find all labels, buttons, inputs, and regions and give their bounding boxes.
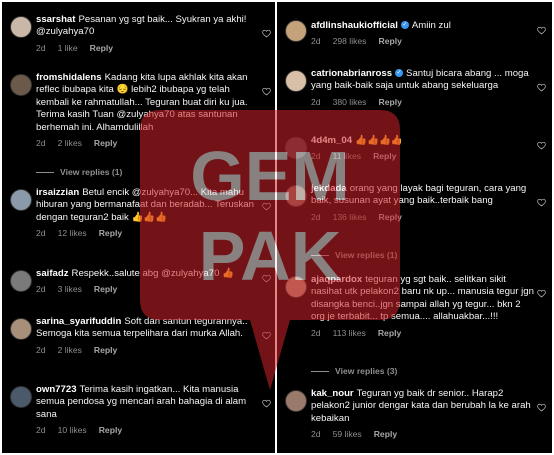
heart-icon[interactable] [537, 141, 546, 150]
comment-time: 2d [311, 36, 321, 47]
reply-button[interactable]: Reply [378, 36, 401, 46]
comment-likes[interactable]: 380 likes [333, 97, 367, 107]
comment-likes[interactable]: 59 likes [333, 429, 362, 439]
comment-time: 2d [311, 327, 321, 338]
left-comments-panel: ssarshat Pesanan yg sgt baik... Syukran y… [2, 2, 277, 453]
avatar[interactable] [285, 390, 307, 412]
avatar[interactable] [10, 189, 32, 211]
reply-button[interactable]: Reply [378, 328, 401, 338]
avatar[interactable] [10, 318, 32, 340]
view-replies-label: View replies (3) [335, 366, 398, 376]
verified-badge-icon: ✓ [395, 69, 404, 78]
comment-time: 2d [36, 228, 46, 239]
heart-icon[interactable] [537, 83, 546, 92]
avatar[interactable] [285, 137, 307, 159]
comment-username[interactable]: ajaqpardox [311, 274, 362, 285]
comment-username[interactable]: own7723 [36, 384, 77, 395]
screenshot-stage: ssarshat Pesanan yg sgt baik... Syukran y… [0, 0, 554, 455]
comment-likes[interactable]: 2 likes [58, 345, 82, 355]
comment-likes[interactable]: 298 likes [333, 36, 367, 46]
comment-text: Respekk..salute abg @zulyahya70 👍 [71, 268, 235, 279]
reply-button[interactable]: Reply [94, 345, 117, 355]
comment-text: Amiin zul [411, 20, 451, 31]
comment-time: 2d [36, 42, 46, 53]
right-comments-panel: afdlinshaukiofficial ✓ Amiin zul 2d 298 lik… [277, 2, 552, 453]
comment-time: 2d [36, 344, 46, 355]
comment-time: 2d [311, 429, 321, 440]
comment-time: 2d [311, 211, 321, 222]
heart-icon[interactable] [537, 289, 546, 298]
avatar[interactable] [10, 270, 32, 292]
comment-time: 2d [311, 151, 321, 162]
comment-username[interactable]: catrionabrianross [311, 68, 392, 79]
divider-line [311, 255, 329, 257]
comment-username[interactable]: kak_nour [311, 388, 354, 399]
view-replies-link[interactable]: View replies (1) [311, 250, 397, 260]
view-replies-link[interactable]: View replies (3) [311, 366, 397, 376]
comment-likes[interactable]: 10 likes [58, 425, 87, 435]
heart-icon[interactable] [262, 29, 271, 38]
reply-button[interactable]: Reply [373, 151, 396, 161]
comment-username[interactable]: ssarshat [36, 14, 75, 25]
comment-likes[interactable]: 1 like [58, 43, 78, 53]
avatar[interactable] [285, 185, 307, 207]
comment-time: 2d [36, 425, 46, 436]
comment-likes[interactable]: 3 likes [58, 284, 82, 294]
comment-likes[interactable]: 113 likes [333, 328, 366, 338]
view-replies-link[interactable]: View replies (1) [36, 167, 122, 177]
heart-icon[interactable] [262, 87, 271, 96]
reply-button[interactable]: Reply [94, 284, 117, 294]
comment-username[interactable]: afdlinshaukiofficial [311, 20, 398, 31]
comment-time: 2d [311, 96, 321, 107]
comment-username[interactable]: irsaizzian [36, 187, 79, 198]
reply-button[interactable]: Reply [94, 138, 117, 148]
heart-icon[interactable] [262, 274, 271, 283]
heart-icon[interactable] [537, 198, 546, 207]
comment-time: 2d [36, 138, 46, 149]
reply-button[interactable]: Reply [378, 97, 401, 107]
reply-button[interactable]: Reply [374, 429, 397, 439]
comment-likes[interactable]: 136 likes [333, 212, 367, 222]
comment-likes[interactable]: 11 likes [333, 151, 362, 161]
avatar[interactable] [10, 16, 32, 38]
comment-time: 2d [36, 284, 46, 295]
divider-line [36, 172, 54, 174]
comment-likes[interactable]: 2 likes [58, 138, 82, 148]
heart-icon[interactable] [262, 331, 271, 340]
avatar[interactable] [285, 276, 307, 298]
view-replies-label: View replies (1) [60, 167, 123, 177]
verified-badge-icon: ✓ [400, 21, 409, 30]
divider-line [311, 371, 329, 373]
avatar[interactable] [10, 386, 32, 408]
comment-likes[interactable]: 12 likes [58, 228, 87, 238]
heart-icon[interactable] [537, 26, 546, 35]
reply-button[interactable]: Reply [90, 43, 113, 53]
comment-username[interactable]: fromshidalens [36, 72, 102, 83]
reply-button[interactable]: Reply [99, 425, 122, 435]
view-replies-label: View replies (1) [335, 250, 398, 260]
reply-button[interactable]: Reply [378, 212, 401, 222]
comment-username[interactable]: jekdada [311, 183, 347, 194]
reply-button[interactable]: Reply [99, 228, 122, 238]
avatar[interactable] [285, 70, 307, 92]
comment-username[interactable]: saifadz [36, 268, 69, 279]
comment-text: 👍👍👍👍 [355, 135, 403, 146]
comment-username[interactable]: 4d4m_04 [311, 135, 352, 146]
heart-icon[interactable] [262, 399, 271, 408]
heart-icon[interactable] [537, 403, 546, 412]
heart-icon[interactable] [262, 202, 271, 211]
avatar[interactable] [10, 74, 32, 96]
comment-username[interactable]: sarina_syarifuddin [36, 316, 121, 327]
avatar[interactable] [285, 20, 307, 42]
